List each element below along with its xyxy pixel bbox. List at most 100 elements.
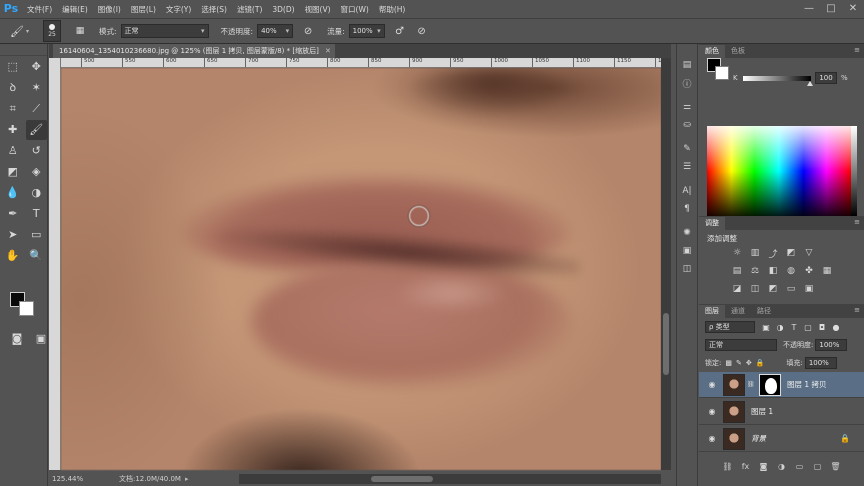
tab-swatches[interactable]: 色板	[725, 45, 751, 58]
rectangle-tool-icon[interactable]: ▭	[26, 225, 48, 245]
magic-wand-tool-icon[interactable]: ✶	[26, 78, 48, 98]
vibrance-icon[interactable]: ▽	[801, 246, 817, 260]
paint-bucket-tool-icon[interactable]: ◈	[26, 162, 48, 182]
eraser-tool-icon[interactable]: ◩	[2, 162, 24, 182]
k-value-input[interactable]: 100	[815, 72, 837, 84]
document-canvas[interactable]	[61, 68, 661, 470]
eyedropper-tool-icon[interactable]: ⟋	[26, 99, 48, 119]
k-slider-track[interactable]	[743, 76, 811, 81]
maximize-button[interactable]: □	[820, 0, 842, 18]
pressure-size-icon[interactable]: ⊘	[413, 22, 431, 40]
brush-panel-toggle-icon[interactable]: ▦	[71, 22, 89, 40]
dodge-tool-icon[interactable]: ◑	[26, 183, 48, 203]
clone-stamp-tool-icon[interactable]: ♙	[2, 141, 24, 161]
threshold-icon[interactable]: ◩	[765, 282, 781, 296]
character-panel-icon[interactable]: A|	[677, 182, 697, 200]
opacity-input[interactable]: 40%	[257, 24, 294, 38]
menu-select[interactable]: 选择(S)	[196, 4, 232, 15]
actions-panel-icon[interactable]: ▣	[677, 242, 697, 260]
menu-type[interactable]: 文字(Y)	[161, 4, 196, 15]
pen-tool-icon[interactable]: ✒	[2, 204, 24, 224]
layer-row[interactable]: ◉ 图层 1	[699, 399, 864, 425]
menu-edit[interactable]: 编辑(E)	[57, 4, 93, 15]
add-mask-icon[interactable]: ◙	[755, 462, 773, 476]
delete-layer-icon[interactable]: 🗑	[827, 462, 845, 476]
path-selection-tool-icon[interactable]: ➤	[2, 225, 24, 245]
flow-input[interactable]: 100%	[348, 24, 385, 38]
tab-adjustments[interactable]: 调整	[699, 217, 725, 230]
layer-name[interactable]: 图层 1 拷贝	[787, 379, 827, 390]
type-tool-icon[interactable]: T	[26, 204, 48, 224]
invert-icon[interactable]: ◪	[729, 282, 745, 296]
status-menu-icon[interactable]: ▸	[185, 475, 189, 483]
close-button[interactable]: ✕	[842, 0, 864, 18]
color-panel-background[interactable]	[715, 66, 729, 80]
document-tab[interactable]: 16140604_1354010236680.jpg @ 125% (图层 1 …	[53, 44, 335, 58]
gradient-map-icon[interactable]: ▭	[783, 282, 799, 296]
properties-panel-icon[interactable]: ✺	[677, 224, 697, 242]
mask-link-icon[interactable]: ⛓	[747, 381, 755, 388]
healing-brush-tool-icon[interactable]: ✚	[2, 120, 24, 140]
filter-shape-icon[interactable]: ▢	[801, 321, 815, 333]
mode-select[interactable]: 正常	[120, 24, 209, 38]
blend-mode-select[interactable]: 正常	[705, 339, 777, 351]
toolbar-grip[interactable]	[0, 44, 47, 56]
k-slider-handle[interactable]	[807, 81, 813, 86]
lock-pixels-icon[interactable]: ✎	[736, 359, 742, 367]
zoom-tool-icon[interactable]: 🔍	[26, 246, 48, 266]
filter-pixel-icon[interactable]: ▣	[759, 321, 773, 333]
airbrush-icon[interactable]: ♂	[391, 22, 409, 40]
visibility-eye-icon[interactable]: ◉	[705, 380, 719, 389]
visibility-eye-icon[interactable]: ◉	[705, 434, 719, 443]
menu-window[interactable]: 窗口(W)	[336, 4, 374, 15]
hand-tool-icon[interactable]: ✋	[2, 246, 24, 266]
clone-source-icon[interactable]: ⛀	[677, 116, 697, 134]
selective-color-icon[interactable]: ▣	[801, 282, 817, 296]
levels-icon[interactable]: ▥	[747, 246, 763, 260]
new-layer-icon[interactable]: ▢	[809, 462, 827, 476]
photo-filter-icon[interactable]: ◍	[783, 264, 799, 278]
marquee-tool-icon[interactable]: ⬚	[2, 57, 24, 77]
menu-file[interactable]: 文件(F)	[22, 4, 57, 15]
menu-view[interactable]: 视图(V)	[300, 4, 336, 15]
layer-row[interactable]: ◉ ⛓ 图层 1 拷贝	[699, 372, 864, 398]
history-brush-tool-icon[interactable]: ↺	[26, 141, 48, 161]
horizontal-scrollbar[interactable]	[239, 474, 661, 484]
filter-adjustment-icon[interactable]: ◑	[773, 321, 787, 333]
icon-column-grip[interactable]	[677, 44, 697, 56]
exposure-icon[interactable]: ◩	[783, 246, 799, 260]
layer-opacity-input[interactable]: 100%	[815, 339, 848, 351]
layer-style-icon[interactable]: fx	[737, 462, 755, 476]
new-adjustment-layer-icon[interactable]: ◑	[773, 462, 791, 476]
color-lookup-icon[interactable]: ▦	[819, 264, 835, 278]
brush-presets-icon[interactable]: ⚌	[677, 98, 697, 116]
layer-row[interactable]: ◉ 背景 🔒	[699, 426, 864, 452]
menu-image[interactable]: 图像(I)	[93, 4, 126, 15]
brush-tool-preset-icon[interactable]: 🖌	[8, 22, 26, 40]
vertical-scrollbar[interactable]	[661, 58, 671, 470]
layer-name[interactable]: 背景	[751, 433, 766, 444]
zoom-level[interactable]: 125.44%	[49, 475, 89, 483]
vertical-scroll-thumb[interactable]	[663, 313, 669, 375]
layer-filter-select[interactable]: ρ 类型	[705, 321, 755, 333]
new-group-icon[interactable]: ▭	[791, 462, 809, 476]
layer-mask-thumbnail[interactable]	[759, 373, 781, 396]
history-panel-icon[interactable]: ▤	[677, 56, 697, 74]
close-tab-icon[interactable]: ✕	[325, 44, 331, 58]
crop-tool-icon[interactable]: ⌗	[2, 99, 24, 119]
chevron-down-icon[interactable]: ▾	[26, 28, 29, 35]
panel-menu-icon[interactable]: ≡	[854, 306, 860, 314]
posterize-icon[interactable]: ◫	[747, 282, 763, 296]
quick-mask-icon[interactable]: ◙	[6, 328, 28, 348]
color-balance-icon[interactable]: ⚖	[747, 264, 763, 278]
tab-channels[interactable]: 通道	[725, 305, 751, 318]
link-layers-icon[interactable]: ⛓	[719, 462, 737, 476]
filter-type-icon[interactable]: T	[787, 321, 801, 333]
brush-tool-icon[interactable]: 🖌	[25, 119, 47, 140]
move-tool-icon[interactable]: ✥	[26, 57, 48, 77]
fill-input[interactable]: 100%	[804, 357, 837, 369]
menu-3d[interactable]: 3D(D)	[267, 5, 299, 14]
lock-transparent-icon[interactable]: ▩	[725, 359, 732, 367]
brush-size-picker[interactable]: 25	[43, 20, 62, 42]
3d-panel-icon[interactable]: ◫	[677, 260, 697, 278]
